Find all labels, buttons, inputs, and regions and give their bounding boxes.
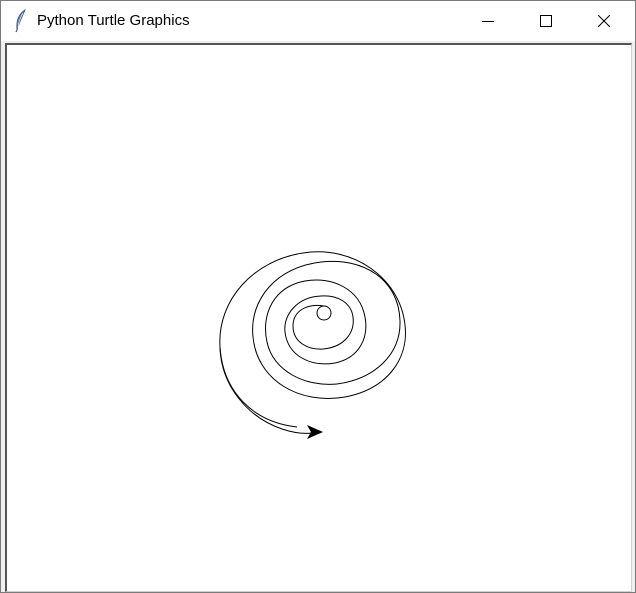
turtle-arrow <box>307 425 323 439</box>
turtle-window: Python Turtle Graphics <box>0 0 636 593</box>
drawing-surface <box>219 251 406 439</box>
turtle-canvas[interactable] <box>5 43 632 592</box>
close-button[interactable] <box>575 1 633 41</box>
close-icon <box>598 15 610 27</box>
feather-icon <box>11 8 31 33</box>
spiral-path <box>219 251 406 434</box>
window-title: Python Turtle Graphics <box>37 12 190 29</box>
maximize-button[interactable] <box>517 1 575 41</box>
title-bar[interactable]: Python Turtle Graphics <box>1 1 635 41</box>
minimize-icon <box>482 15 494 27</box>
minimize-button[interactable] <box>459 1 517 41</box>
maximize-icon <box>540 15 552 27</box>
